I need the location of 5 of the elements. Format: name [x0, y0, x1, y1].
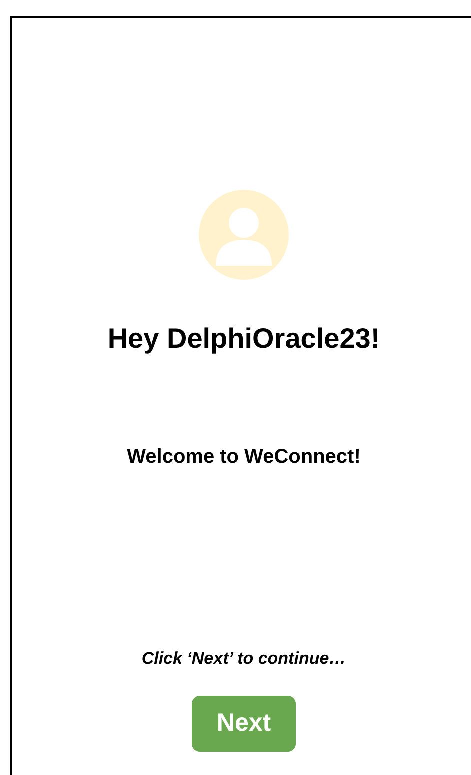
welcome-text: Welcome to WeConnect! — [127, 445, 361, 470]
avatar-icon — [199, 190, 289, 280]
instruction-text: Click ‘Next’ to continue… — [142, 648, 346, 670]
greeting-heading: Hey DelphiOracle23! — [108, 322, 380, 356]
next-button[interactable]: Next — [192, 696, 296, 752]
